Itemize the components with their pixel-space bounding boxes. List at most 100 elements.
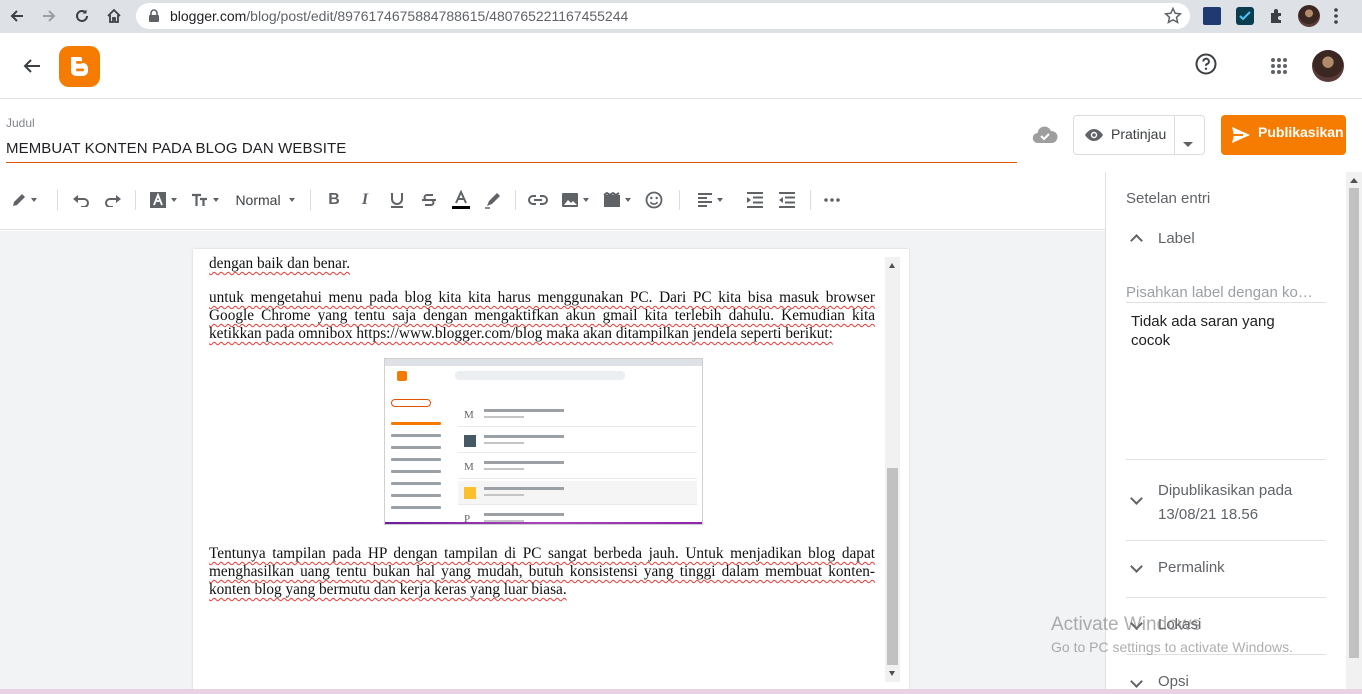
embedded-taskbar: [385, 522, 702, 524]
publish-button[interactable]: Publikasikan: [1221, 115, 1346, 155]
toolbar-divider: [679, 190, 680, 210]
bold-icon[interactable]: B: [324, 188, 344, 212]
insert-image-icon[interactable]: [560, 188, 590, 212]
panel-scroll-up-icon[interactable]: [1350, 178, 1358, 183]
panel-divider: [1126, 540, 1326, 541]
embedded-post-row: [458, 429, 697, 453]
label-section-title[interactable]: Label: [1158, 230, 1195, 247]
account-avatar[interactable]: [1312, 50, 1344, 82]
text-color-icon[interactable]: [451, 188, 471, 212]
reload-icon[interactable]: [69, 3, 95, 29]
options-section-title[interactable]: Opsi: [1158, 673, 1189, 690]
panel-divider: [1126, 459, 1326, 460]
post-title-input[interactable]: MEMBUAT KONTEN PADA BLOG DAN WEBSITE: [6, 138, 1017, 163]
cloud-saved-icon: [1032, 125, 1058, 150]
activation-watermark-title: Activate Windows: [1051, 614, 1201, 635]
insert-video-icon[interactable]: [602, 188, 632, 212]
embedded-sidebar-item: [391, 446, 441, 449]
clapperboard-extension-icon[interactable]: [1203, 7, 1221, 25]
embedded-sidebar-item: [391, 482, 441, 485]
eye-icon: [1084, 127, 1104, 148]
embedded-logo: [397, 371, 407, 381]
send-icon: [1231, 126, 1251, 147]
embedded-sidebar-item: [391, 458, 441, 461]
embedded-browser-bar: [385, 359, 702, 366]
embedded-post-row: [458, 481, 697, 505]
italic-icon[interactable]: I: [355, 188, 375, 212]
undo-icon[interactable]: [70, 188, 92, 212]
embedded-sidebar-item: [391, 422, 441, 425]
label-input[interactable]: Pisahkan label dengan ko…: [1126, 284, 1326, 303]
emoji-icon[interactable]: [644, 188, 664, 212]
published-date: 13/08/21 18.56: [1158, 506, 1259, 523]
panel-scroll-thumb[interactable]: [1349, 188, 1359, 658]
url-text: blogger.com/blog/post/edit/8976174675884…: [170, 8, 629, 24]
embedded-sidebar-item: [391, 494, 441, 497]
preview-button[interactable]: Pratinjau: [1073, 115, 1205, 155]
embedded-sidebar-item: [391, 470, 441, 473]
chevron-down-icon[interactable]: [1130, 492, 1143, 505]
paragraph-1[interactable]: dengan baik dan benar.: [209, 255, 875, 273]
os-taskbar-edge: [0, 689, 1362, 694]
help-circle-icon[interactable]: [1194, 52, 1218, 81]
chevron-up-icon[interactable]: [1130, 234, 1143, 247]
forward-arrow-icon[interactable]: [36, 3, 62, 29]
more-options-icon[interactable]: [822, 188, 842, 212]
home-icon[interactable]: [101, 3, 127, 29]
preview-dropdown-icon[interactable]: [1183, 134, 1193, 152]
scroll-down-arrow-icon[interactable]: [889, 671, 895, 676]
panel-heading: Setelan entri: [1126, 190, 1211, 207]
toolbar-divider: [57, 190, 58, 210]
redo-icon[interactable]: [102, 188, 124, 212]
editor-scroll-thumb[interactable]: [887, 468, 898, 665]
indent-increase-icon[interactable]: [744, 188, 766, 212]
preview-label: Pratinjau: [1111, 126, 1167, 142]
title-field-label: Judul: [6, 116, 35, 130]
editor-toolbar: Normal B I: [0, 172, 1105, 230]
profile-avatar[interactable]: [1298, 5, 1320, 27]
embedded-search-bar: [455, 371, 625, 380]
browser-menu-icon[interactable]: [1333, 7, 1339, 30]
activation-watermark-subtitle: Go to PC settings to activate Windows.: [1051, 639, 1293, 655]
embedded-new-post-button: [391, 399, 431, 407]
toolbar-divider: [515, 190, 516, 210]
bookmark-star-icon[interactable]: [1163, 6, 1183, 30]
toolbar-divider: [310, 190, 311, 210]
underline-icon[interactable]: [387, 188, 407, 212]
pencil-mode-icon[interactable]: [8, 188, 40, 212]
permalink-section-title[interactable]: Permalink: [1158, 559, 1225, 576]
back-arrow-icon[interactable]: [22, 56, 42, 81]
paragraph-3[interactable]: Tentunya tampilan pada HP dengan tampila…: [209, 545, 875, 599]
app-header: [0, 33, 1362, 99]
font-size-icon[interactable]: [190, 188, 220, 212]
label-suggestion-hint: Tidak ada saran yang cocok: [1131, 313, 1275, 349]
blogger-logo[interactable]: [59, 46, 100, 87]
chevron-down-icon[interactable]: [1130, 560, 1143, 573]
toolbar-divider: [810, 190, 811, 210]
paragraph-style-select[interactable]: Normal: [232, 188, 298, 212]
published-section-title[interactable]: Dipublikasikan pada: [1158, 479, 1292, 503]
paragraph-2[interactable]: untuk mengetahui menu pada blog kita kit…: [209, 289, 875, 343]
embedded-sidebar-item: [391, 506, 441, 509]
text-style-icon[interactable]: [148, 188, 178, 212]
lock-icon: [148, 9, 160, 28]
panel-divider: [1126, 597, 1326, 598]
highlight-icon[interactable]: [483, 188, 503, 212]
back-arrow-icon[interactable]: [4, 3, 30, 29]
paragraph-style-value: Normal: [235, 192, 281, 208]
chevron-down-icon[interactable]: [1130, 675, 1143, 688]
publish-label: Publikasikan: [1258, 124, 1344, 140]
checkbox-extension-icon[interactable]: [1236, 7, 1254, 25]
scroll-up-arrow-icon[interactable]: [889, 263, 895, 268]
link-icon[interactable]: [527, 188, 549, 212]
extensions-puzzle-icon[interactable]: [1268, 7, 1286, 30]
indent-decrease-icon[interactable]: [776, 188, 798, 212]
apps-grid-icon[interactable]: [1270, 57, 1288, 80]
browser-toolbar: blogger.com/blog/post/edit/8976174675884…: [0, 0, 1362, 33]
address-bar[interactable]: blogger.com/blog/post/edit/8976174675884…: [136, 3, 1190, 29]
embedded-screenshot-image[interactable]: M M P: [384, 358, 703, 525]
align-icon[interactable]: [693, 188, 727, 212]
toolbar-divider: [135, 190, 136, 210]
embedded-sidebar-item: [391, 434, 441, 437]
strikethrough-icon[interactable]: [419, 188, 439, 212]
